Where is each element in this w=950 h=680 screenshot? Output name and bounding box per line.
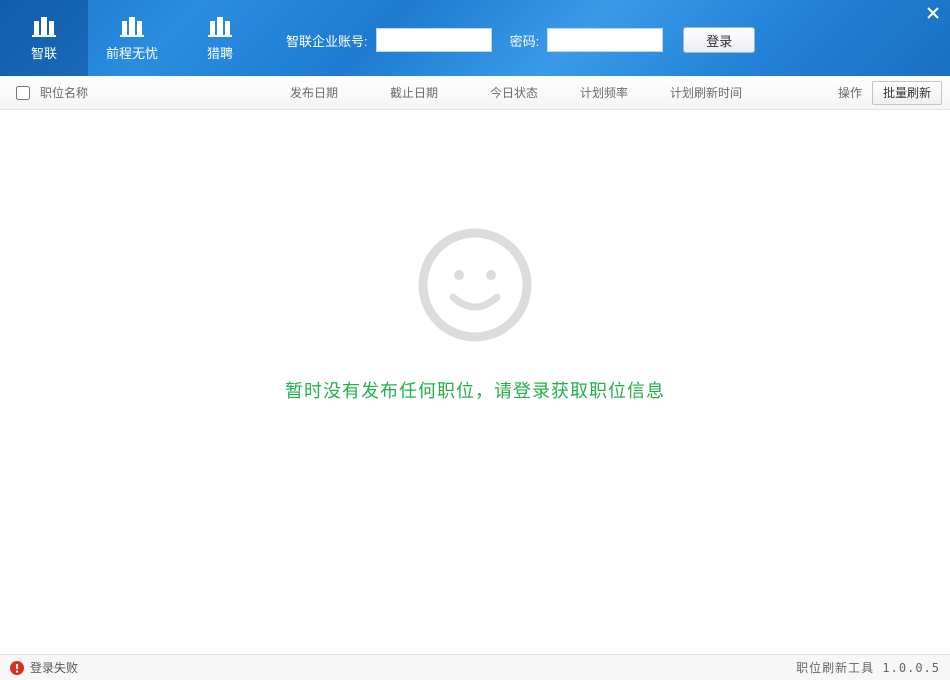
building-icon <box>118 15 146 39</box>
close-icon <box>927 7 939 19</box>
col-end: 截止日期 <box>390 84 490 101</box>
login-form: 智联企业账号: 密码: 登录 <box>264 0 950 76</box>
col-time: 计划刷新时间 <box>670 84 780 101</box>
tab-label: 智联 <box>31 43 57 62</box>
col-op: 操作 <box>822 84 866 101</box>
source-tabs: 智联 前程无忧 猎聘 <box>0 0 264 76</box>
content-area: 暂时没有发布任何职位，请登录获取职位信息 <box>0 110 950 654</box>
tab-liepin[interactable]: 猎聘 <box>176 0 264 76</box>
building-icon <box>30 15 58 39</box>
empty-message: 暂时没有发布任何职位，请登录获取职位信息 <box>285 377 665 403</box>
tab-label: 猎聘 <box>207 43 233 62</box>
account-label: 智联企业账号: <box>286 31 368 50</box>
app-version: 1.0.0.5 <box>882 661 940 675</box>
col-status: 今日状态 <box>490 84 580 101</box>
account-input[interactable] <box>376 28 492 52</box>
close-button[interactable] <box>924 4 942 22</box>
col-freq: 计划频率 <box>580 84 670 101</box>
tab-qiancheng[interactable]: 前程无忧 <box>88 0 176 76</box>
select-all-cell <box>16 86 40 100</box>
col-publish: 发布日期 <box>290 84 390 101</box>
password-input[interactable] <box>547 28 663 52</box>
status-bar: 登录失败 职位刷新工具 1.0.0.5 <box>0 654 950 680</box>
table-header: 职位名称 发布日期 截止日期 今日状态 计划频率 计划刷新时间 操作 批量刷新 <box>0 76 950 110</box>
tab-label: 前程无忧 <box>106 43 158 62</box>
status-left: 登录失败 <box>10 659 796 676</box>
empty-illustration <box>415 225 535 345</box>
app-name: 职位刷新工具 <box>796 661 874 675</box>
error-icon <box>10 661 24 675</box>
select-all-checkbox[interactable] <box>16 86 30 100</box>
building-icon <box>206 15 234 39</box>
status-error-text: 登录失败 <box>30 659 78 676</box>
app-header: 智联 前程无忧 猎聘 <box>0 0 950 76</box>
status-right: 职位刷新工具 1.0.0.5 <box>796 659 940 676</box>
smiley-icon <box>415 225 535 345</box>
col-name: 职位名称 <box>40 84 290 101</box>
batch-refresh-button[interactable]: 批量刷新 <box>872 81 942 105</box>
password-label: 密码: <box>510 31 540 50</box>
login-button[interactable]: 登录 <box>683 27 755 53</box>
tab-zhilian[interactable]: 智联 <box>0 0 88 76</box>
